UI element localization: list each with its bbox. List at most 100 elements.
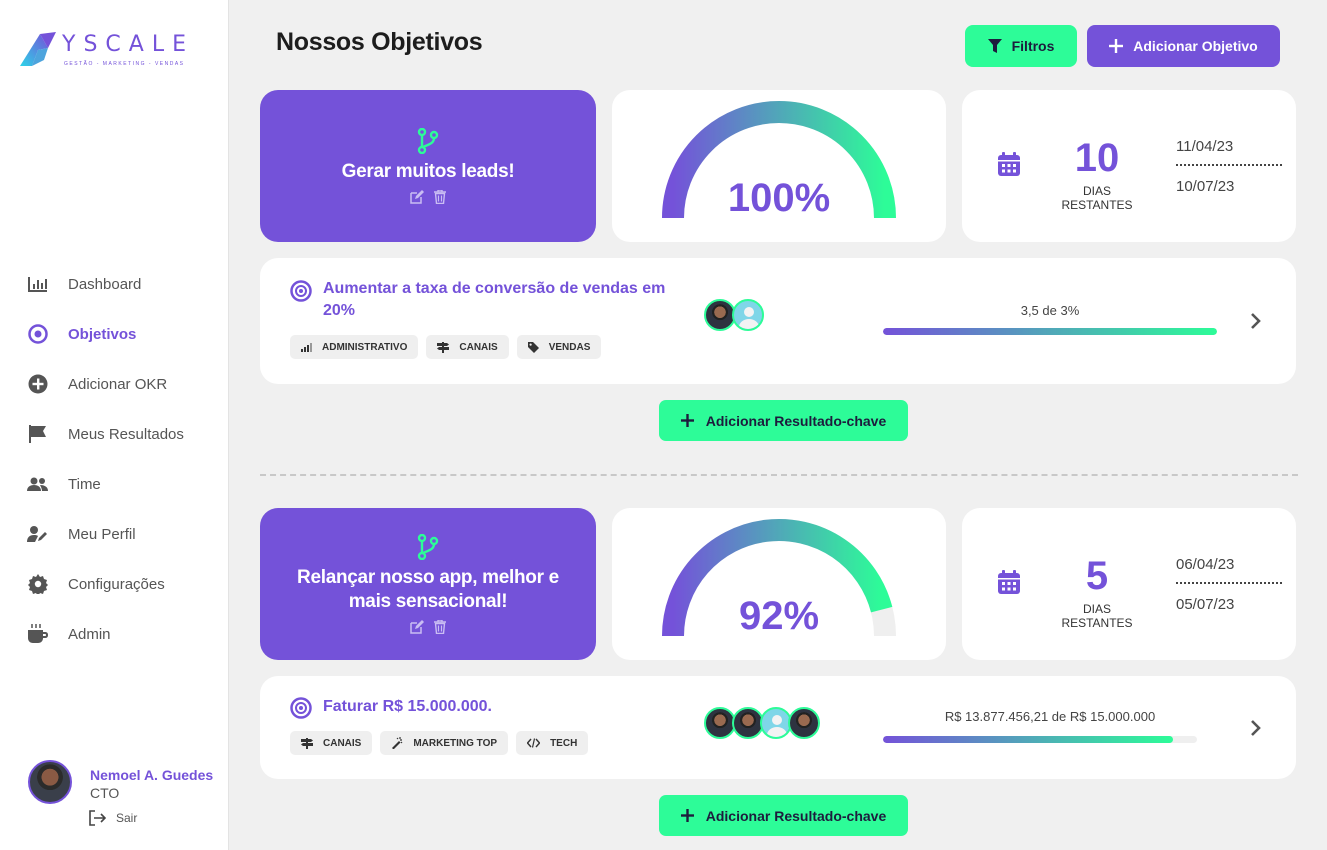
progress-percent: 92%	[738, 594, 820, 638]
sidebar-item-time[interactable]: Time	[0, 459, 229, 509]
key-result-progress-bar	[883, 736, 1197, 743]
bar-chart-icon	[27, 273, 49, 295]
tag-label: ADMINISTRATIVO	[322, 341, 408, 353]
progress-gauge-card: 92%	[612, 508, 946, 660]
add-key-result-button[interactable]: Adicionar Resultado-chave	[659, 795, 908, 836]
user-profile: Nemoel A. Guedes CTO Sair	[28, 760, 213, 826]
plus-icon	[680, 809, 694, 822]
days-remaining: 10	[1074, 136, 1120, 180]
key-result-progress-fill	[883, 328, 1217, 335]
users-icon	[27, 473, 49, 495]
filter-icon	[987, 39, 1002, 53]
tag[interactable]: ADMINISTRATIVO	[290, 335, 419, 359]
deadline-card: 10 DIAS RESTANTES 11/04/23 10/07/23	[962, 90, 1296, 242]
sidebar: YSCALE GESTÃO - MARKETING - VENDAS Dashb…	[0, 0, 229, 850]
key-result-progress-text: 3,5 de 3%	[1020, 303, 1080, 318]
key-result-title: Faturar R$ 15.000.000.	[323, 698, 492, 715]
gear-icon	[27, 573, 49, 595]
start-date: 06/04/23	[1176, 556, 1235, 573]
sidebar-item-label: Adicionar OKR	[68, 375, 168, 393]
tag-label: TECH	[550, 737, 578, 749]
tag[interactable]: VENDAS	[516, 335, 602, 359]
tag-label: VENDAS	[548, 341, 591, 353]
trash-icon[interactable]	[434, 190, 446, 204]
trash-icon[interactable]	[434, 620, 446, 634]
end-date: 05/07/23	[1176, 596, 1235, 613]
logout-label: Sair	[116, 811, 138, 825]
sidebar-item-label: Dashboard	[68, 275, 142, 293]
key-result-progress-text: R$ 13.877.456,21 de R$ 15.000.000	[944, 709, 1156, 724]
signpost-icon	[437, 341, 450, 353]
edit-icon[interactable]	[410, 620, 424, 634]
days-remaining-label: DIAS RESTANTES	[1061, 602, 1133, 630]
edit-icon[interactable]	[410, 190, 424, 204]
member-avatars	[704, 707, 820, 739]
tag[interactable]: CANAIS	[426, 335, 509, 359]
coffee-icon	[27, 623, 49, 645]
add-key-result-button[interactable]: Adicionar Resultado-chave	[659, 400, 908, 441]
deadline-card: 5 DIAS RESTANTES 06/04/23 05/07/23	[962, 508, 1296, 660]
start-date: 11/04/23	[1176, 138, 1234, 155]
logout-button[interactable]: Sair	[88, 810, 137, 826]
target-icon	[290, 280, 312, 302]
calendar-icon	[998, 152, 1020, 176]
date-separator	[1176, 582, 1282, 584]
days-remaining: 5	[1085, 554, 1109, 598]
chevron-right-icon[interactable]	[1250, 312, 1262, 330]
branch-icon	[417, 534, 439, 560]
tag[interactable]: CANAIS	[290, 731, 373, 755]
sidebar-item-objetivos[interactable]: Objetivos	[0, 309, 229, 359]
avatar[interactable]	[788, 707, 820, 739]
tag-list: CANAIS MARKETING TOP TECH	[290, 731, 589, 755]
sidebar-item-configuracoes[interactable]: Configurações	[0, 559, 229, 609]
code-icon	[527, 738, 541, 748]
calendar-icon	[998, 570, 1020, 594]
plus-circle-icon	[27, 373, 49, 395]
app-logo[interactable]: YSCALE GESTÃO - MARKETING - VENDAS	[18, 28, 188, 70]
key-result-card[interactable]: Aumentar a taxa de conversão de vendas e…	[260, 258, 1296, 384]
objective-card[interactable]: Gerar muitos leads!	[260, 90, 596, 242]
progress-gauge-card: 100%	[612, 90, 946, 242]
tag-list: ADMINISTRATIVO CANAIS VENDAS	[290, 335, 602, 359]
avatar[interactable]	[28, 760, 72, 804]
tag-label: MARKETING TOP	[413, 737, 498, 749]
sidebar-item-admin[interactable]: Admin	[0, 609, 229, 659]
tag[interactable]: TECH	[516, 731, 589, 755]
objective-title: Relançar nosso app, melhor e mais sensac…	[297, 567, 559, 612]
logo-mark-icon	[20, 32, 56, 66]
sidebar-item-label: Meus Resultados	[68, 425, 184, 443]
user-edit-icon	[27, 523, 49, 545]
add-key-result-label: Adicionar Resultado-chave	[705, 807, 887, 824]
sidebar-item-adicionar-okr[interactable]: Adicionar OKR	[0, 359, 229, 409]
sidebar-item-dashboard[interactable]: Dashboard	[0, 259, 229, 309]
plus-icon	[680, 414, 694, 427]
member-avatars	[704, 299, 764, 331]
sidebar-item-label: Objetivos	[68, 325, 137, 343]
sidebar-item-label: Time	[68, 475, 101, 493]
logo-wordmark: YSCALE	[62, 32, 194, 57]
signal-icon	[301, 342, 312, 352]
add-key-result-label: Adicionar Resultado-chave	[705, 412, 887, 429]
sidebar-item-meus-resultados[interactable]: Meus Resultados	[0, 409, 229, 459]
filter-button[interactable]: Filtros	[965, 25, 1077, 67]
objective-card[interactable]: Relançar nosso app, melhor e mais sensac…	[260, 508, 596, 660]
key-result-progress-fill	[883, 736, 1174, 743]
key-result-card[interactable]: Faturar R$ 15.000.000. CANAIS MARKETING …	[260, 676, 1296, 779]
key-result-progress-bar	[883, 328, 1217, 335]
page-title: Nossos Objetivos	[276, 28, 483, 56]
signpost-icon	[301, 737, 313, 749]
end-date: 10/07/23	[1176, 178, 1235, 195]
add-objective-button[interactable]: Adicionar Objetivo	[1087, 25, 1280, 67]
tag[interactable]: MARKETING TOP	[380, 731, 509, 755]
branch-icon	[417, 128, 439, 154]
chevron-right-icon[interactable]	[1250, 719, 1262, 737]
avatar[interactable]	[732, 299, 764, 331]
target-icon	[27, 323, 49, 345]
target-icon	[290, 697, 312, 719]
sidebar-item-meu-perfil[interactable]: Meu Perfil	[0, 509, 229, 559]
progress-percent: 100%	[727, 176, 831, 220]
tag-label: CANAIS	[323, 737, 362, 749]
logo-tagline: GESTÃO - MARKETING - VENDAS	[64, 61, 185, 67]
sidebar-nav: Dashboard Objetivos Adicionar OKR Meus R…	[0, 259, 229, 659]
sidebar-item-label: Configurações	[68, 575, 165, 593]
